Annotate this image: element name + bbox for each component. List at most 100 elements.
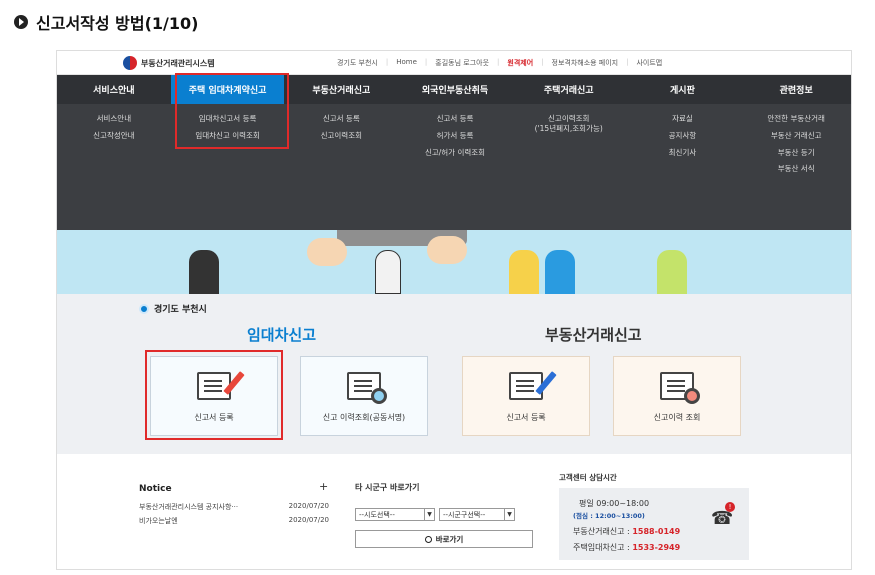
- separator: |: [497, 58, 500, 66]
- nav-board[interactable]: 게시판: [626, 75, 740, 104]
- chevron-down-icon: ▼: [504, 509, 514, 520]
- sleeve-illustration: [509, 250, 539, 294]
- nav-service[interactable]: 서비스안내: [57, 75, 171, 104]
- submenu-item[interactable]: 신고작성안내: [93, 131, 134, 141]
- select-district-value: --시군구선택--: [443, 510, 486, 519]
- notice-item-title: 부동산거래관리시스템 공지사항···: [139, 503, 239, 511]
- document-pencil-icon: [509, 371, 557, 400]
- util-link-home[interactable]: Home: [396, 58, 417, 68]
- document-search-icon: [660, 372, 700, 404]
- submenu-item[interactable]: 신고이력조회: [321, 131, 362, 141]
- location-dot-icon: [139, 303, 149, 314]
- cs-trade-label: 부동산거래신고 :: [573, 527, 633, 536]
- cs-trade-line: 부동산거래신고 : 1588-0149: [573, 526, 680, 537]
- sleeve-illustration: [545, 250, 575, 294]
- bullet-icon: [14, 15, 28, 29]
- separator: |: [424, 58, 428, 66]
- nav-related-info[interactable]: 관련정보: [739, 75, 851, 104]
- highlight-box-card: [145, 350, 283, 440]
- util-link-logout[interactable]: 홍길동님 로그아웃: [435, 58, 489, 68]
- sleeve-illustration: [657, 250, 687, 294]
- submenu-foreign: 신고서 등록 허가서 등록 신고/허가 이력조회: [398, 104, 512, 230]
- notice-title: Notice: [139, 484, 172, 494]
- select-province-value: --시도선택--: [359, 510, 395, 519]
- submenu-item[interactable]: 서비스안내: [97, 114, 132, 124]
- hand-illustration: [427, 236, 467, 264]
- card-trade-history[interactable]: 신고이력 조회: [613, 356, 741, 436]
- card-label: 신고이력 조회: [653, 413, 701, 422]
- submenu-housing: 신고이력조회 ('15년폐지,조회가능): [512, 104, 626, 230]
- submenu-item[interactable]: 신고/허가 이력조회: [425, 148, 485, 158]
- card-label: 신고 이력조회(공동서명): [322, 413, 406, 422]
- submenu-item[interactable]: 신고서 등록: [323, 114, 360, 124]
- cs-lease-label: 주택임대차신고 :: [573, 543, 633, 552]
- trade-section-title: 부동산거래신고: [545, 326, 642, 344]
- nav-housing-trade[interactable]: 주택거래신고: [512, 75, 626, 104]
- utility-bar: 부동산거래관리시스템 경기도 부천시 | Home | 홍길동님 로그아웃 | …: [57, 51, 851, 75]
- card-lease-history[interactable]: 신고 이력조회(공동서명): [300, 356, 428, 436]
- sleeve-illustration: [375, 250, 401, 294]
- highlight-box-menu: [175, 73, 289, 149]
- sleeve-illustration: [189, 250, 219, 294]
- submenu-item[interactable]: 안전한 부동산거래: [767, 114, 825, 124]
- util-link-accessibility[interactable]: 정보격차해소용 페이지: [552, 58, 619, 68]
- select-province[interactable]: --시도선택-- ▼: [355, 508, 435, 521]
- separator: |: [385, 58, 389, 66]
- go-button-label: 바로가기: [435, 534, 464, 544]
- submenu-item[interactable]: 신고이력조회: [548, 114, 589, 124]
- separator: |: [541, 58, 544, 66]
- submenu-note: ('15년폐지,조회가능): [534, 123, 603, 133]
- submenu-item[interactable]: 최신기사: [669, 148, 697, 158]
- submenu-service: 서비스안내 신고작성안내: [57, 104, 171, 230]
- submenu-item[interactable]: 자료실: [672, 114, 693, 124]
- nav-foreign-acquisition[interactable]: 외국인부동산취득: [398, 75, 512, 104]
- submenu-related: 안전한 부동산거래 부동산 거래신고 부동산 등기 부동산 서식: [739, 104, 851, 230]
- go-button[interactable]: 바로가기: [355, 530, 533, 548]
- notice-more-button[interactable]: +: [319, 480, 328, 493]
- cs-hours: 평일 09:00~18:00: [579, 499, 650, 508]
- cs-lease-line: 주택임대차신고 : 1533-2949: [573, 542, 680, 553]
- separator: |: [626, 58, 629, 66]
- submenu-item[interactable]: 신고서 등록: [437, 114, 474, 124]
- util-link-city[interactable]: 경기도 부천시: [337, 58, 378, 68]
- select-district[interactable]: --시군구선택-- ▼: [439, 508, 515, 521]
- submenu-item[interactable]: 부동산 등기: [778, 148, 815, 158]
- notice-item[interactable]: 부동산거래관리시스템 공지사항··· 2020/07/20: [139, 502, 329, 512]
- submenu-item[interactable]: 허가서 등록: [437, 131, 474, 141]
- document-search-icon: [347, 372, 387, 404]
- city-name: 경기도 부천시: [154, 305, 207, 315]
- hand-illustration: [307, 238, 347, 266]
- city-heading: 경기도 부천시: [139, 302, 207, 315]
- notice-item[interactable]: 비가오는날엔 2020/07/20: [139, 516, 329, 526]
- screenshot-frame: 부동산거래관리시스템 경기도 부천시 | Home | 홍길동님 로그아웃 | …: [56, 50, 852, 570]
- page-title-text: 신고서작성 방법(1/10): [36, 14, 199, 33]
- notice-item-date: 2020/07/20: [288, 502, 329, 510]
- card-trade-register[interactable]: 신고서 등록: [462, 356, 590, 436]
- logo-text: 부동산거래관리시스템: [141, 58, 215, 68]
- util-links: 경기도 부천시 | Home | 홍길동님 로그아웃 | 원격제어 | 정보격차…: [337, 58, 662, 68]
- cs-lease-phone: 1533-2949: [632, 543, 681, 552]
- lease-section-title: 임대차신고: [247, 326, 317, 344]
- customer-center-box: 평일 09:00~18:00 (점심 : 12:00~13:00) 부동산거래신…: [559, 488, 749, 560]
- footer-section: Notice + 부동산거래관리시스템 공지사항··· 2020/07/20 비…: [57, 454, 851, 569]
- notice-item-title: 비가오는날엔: [139, 517, 178, 525]
- submenu-trade: 신고서 등록 신고이력조회: [284, 104, 398, 230]
- search-icon: [424, 535, 432, 543]
- hero-banner: [57, 230, 851, 294]
- util-link-remote[interactable]: 원격제어: [507, 58, 533, 68]
- customer-center-title: 고객센터 상담시간: [559, 473, 617, 482]
- submenu-item[interactable]: 부동산 거래신고: [771, 131, 822, 141]
- logo-emblem-icon: [123, 56, 137, 70]
- site-logo[interactable]: 부동산거래관리시스템: [123, 56, 215, 70]
- cs-lunch: (점심 : 12:00~13:00): [573, 512, 645, 520]
- nav-trade-report[interactable]: 부동산거래신고: [284, 75, 398, 104]
- chevron-down-icon: ▼: [424, 509, 434, 520]
- page-title: 신고서작성 방법(1/10): [14, 10, 198, 34]
- submenu-item[interactable]: 부동산 서식: [778, 164, 815, 174]
- card-label: 신고서 등록: [506, 413, 546, 422]
- alert-badge: !: [725, 502, 735, 512]
- util-link-sitemap[interactable]: 사이트맵: [636, 58, 662, 68]
- submenu-item[interactable]: 공지사항: [669, 131, 697, 141]
- cs-trade-phone: 1588-0149: [632, 527, 681, 536]
- submenu-board: 자료실 공지사항 최신기사: [626, 104, 740, 230]
